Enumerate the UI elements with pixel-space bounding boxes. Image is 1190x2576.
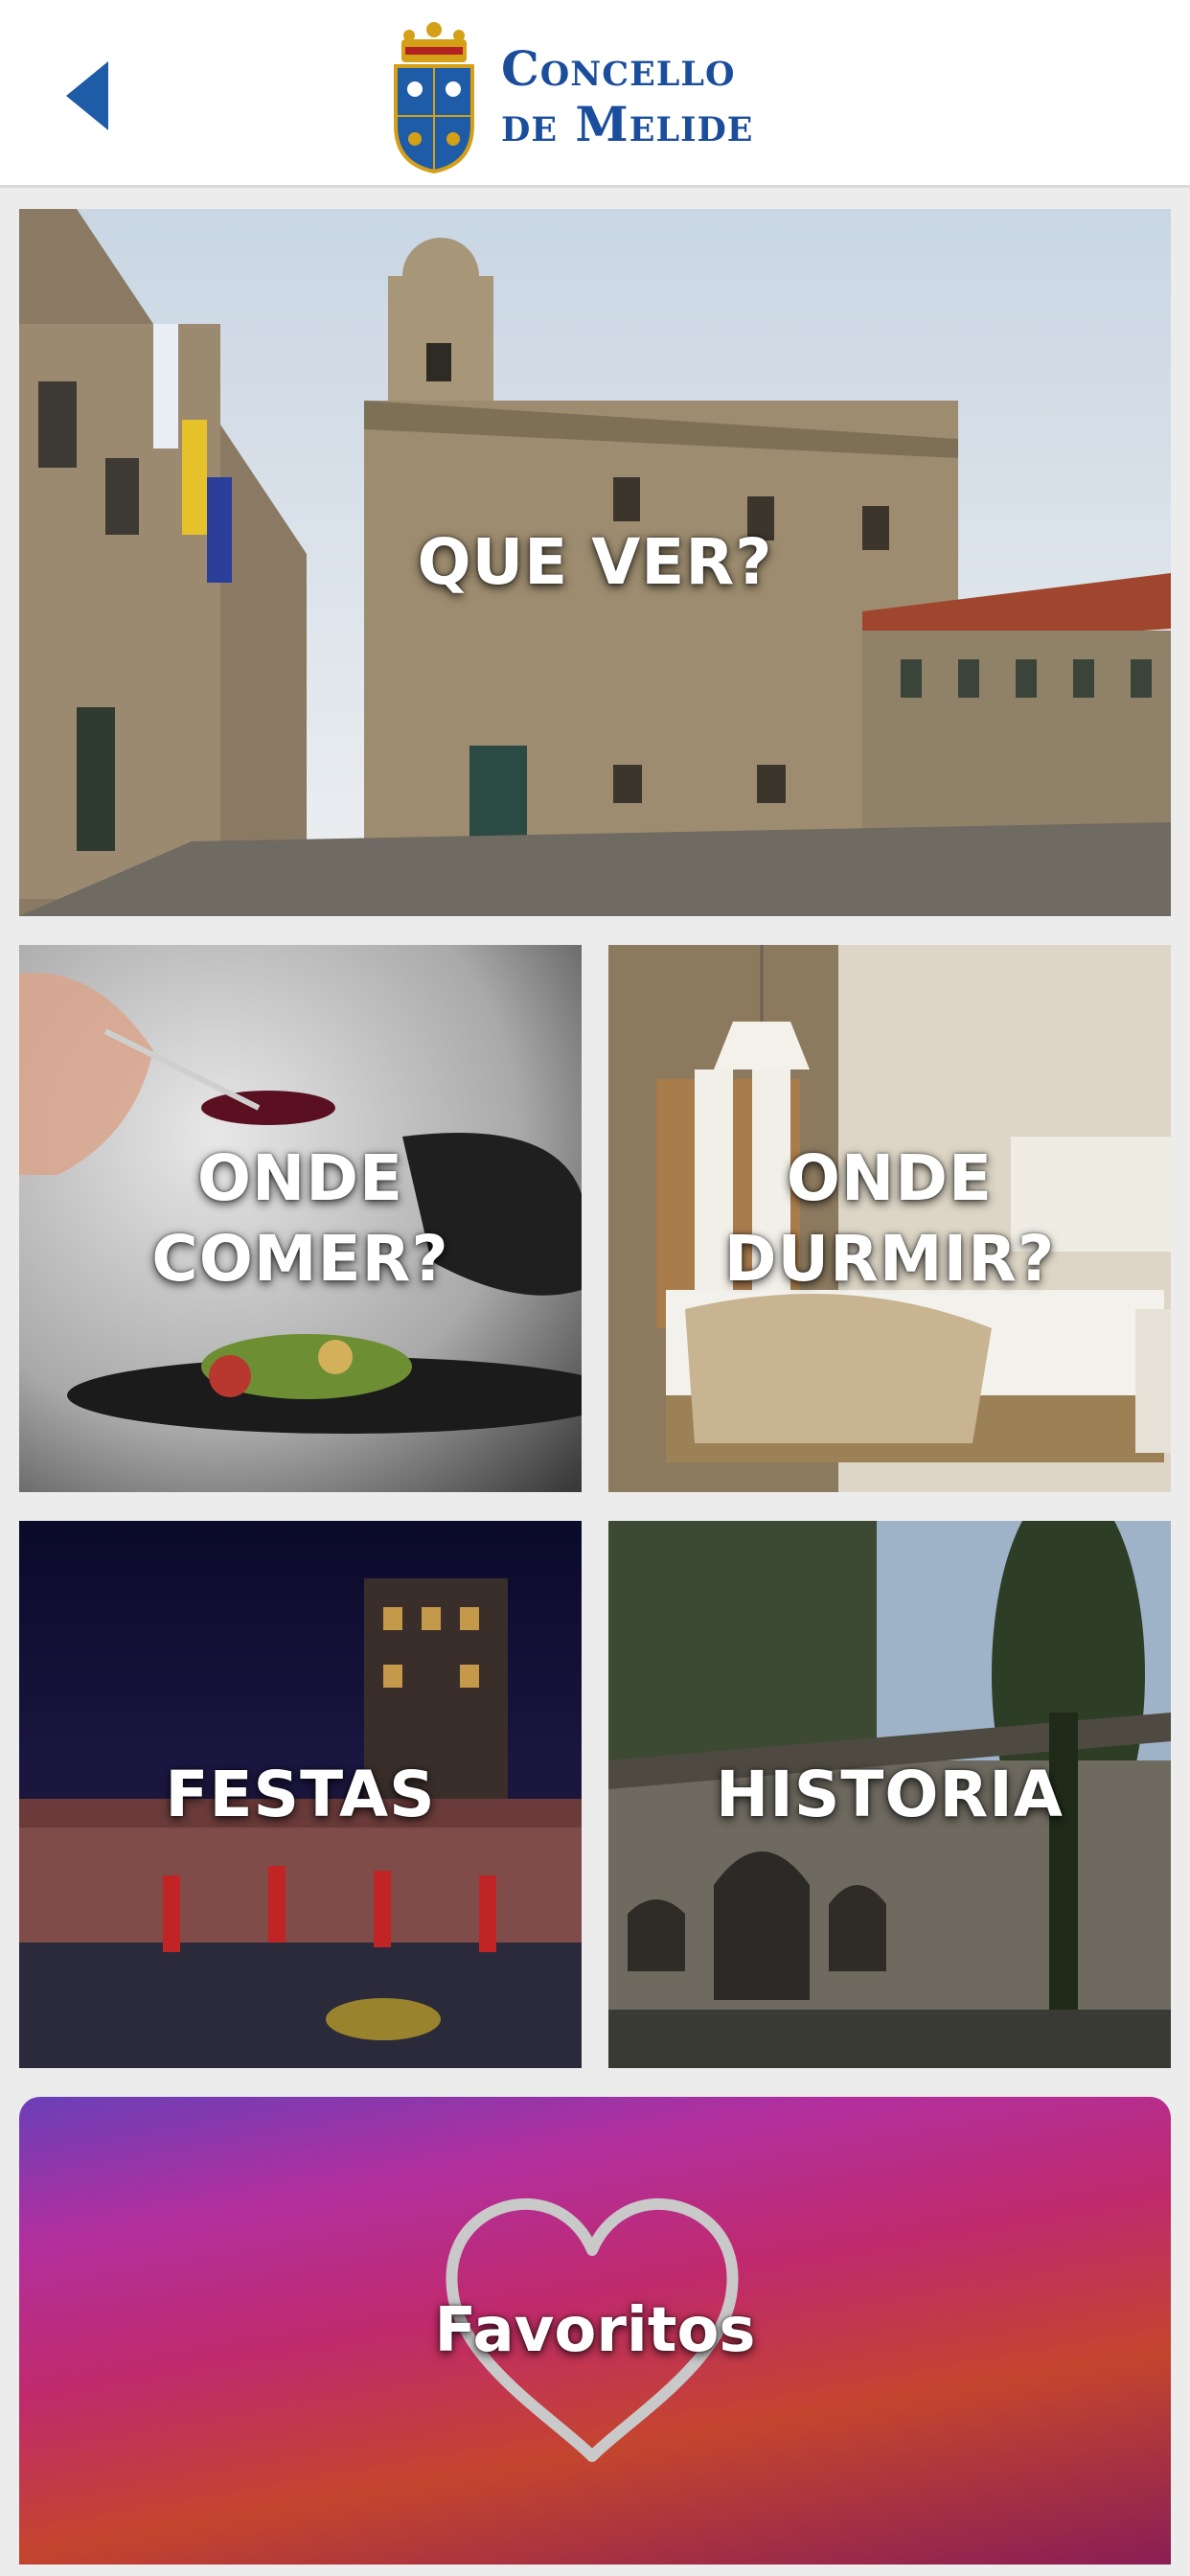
tile-favoritos-label: Favoritos bbox=[434, 2295, 756, 2366]
tile-favoritos[interactable]: Favoritos bbox=[19, 2097, 1171, 2564]
back-chevron-icon bbox=[66, 61, 108, 130]
tile-onde-durmir[interactable]: ONDE DURMIR? bbox=[608, 945, 1171, 1492]
back-button[interactable] bbox=[48, 48, 125, 144]
tile-historia-label: HISTORIA bbox=[716, 1757, 1064, 1831]
logo-line-1: Concello bbox=[501, 39, 736, 97]
logo-line-2: de Melide bbox=[501, 95, 754, 152]
concello-logo: Concello de Melide bbox=[388, 17, 810, 175]
tile-que-ver-label: QUE VER? bbox=[417, 525, 773, 599]
crest-icon bbox=[394, 21, 474, 173]
tile-historia[interactable]: HISTORIA bbox=[608, 1521, 1171, 2068]
app-header: Concello de Melide bbox=[0, 0, 1190, 188]
tile-festas[interactable]: FESTAS bbox=[19, 1521, 582, 2068]
tile-onde-durmir-label: ONDE DURMIR? bbox=[723, 1140, 1056, 1296]
tile-festas-label: FESTAS bbox=[165, 1757, 436, 1831]
tile-onde-comer-label: ONDE COMER? bbox=[151, 1140, 449, 1296]
tile-que-ver[interactable]: QUE VER? bbox=[19, 209, 1171, 916]
logo-wordmark: Concello de Melide bbox=[501, 39, 754, 152]
tile-onde-comer[interactable]: ONDE COMER? bbox=[19, 945, 582, 1492]
